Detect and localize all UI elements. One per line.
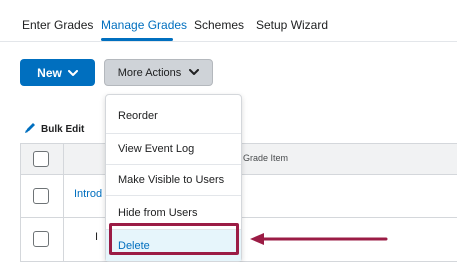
menu-item-make-visible[interactable]: Make Visible to Users bbox=[106, 165, 241, 196]
active-tab-indicator bbox=[101, 38, 173, 41]
grade-item-link[interactable]: Introd bbox=[74, 188, 102, 200]
bulk-edit-label: Bulk Edit bbox=[41, 123, 85, 135]
select-all-checkbox[interactable] bbox=[33, 151, 49, 167]
more-actions-label: More Actions bbox=[117, 66, 182, 79]
chevron-down-icon bbox=[67, 66, 78, 80]
row-checkbox[interactable] bbox=[33, 231, 49, 247]
new-button-label: New bbox=[37, 65, 62, 80]
row-checkbox[interactable] bbox=[33, 188, 49, 204]
column-divider bbox=[63, 144, 64, 262]
pencil-icon bbox=[24, 121, 37, 137]
menu-item-delete[interactable]: Delete bbox=[106, 230, 241, 261]
grade-item-name: I bbox=[95, 231, 99, 243]
new-button[interactable]: New bbox=[20, 59, 95, 86]
tab-setup-wizard[interactable]: Setup Wizard bbox=[256, 18, 328, 32]
chevron-down-icon bbox=[189, 67, 200, 79]
menu-item-reorder[interactable]: Reorder bbox=[106, 99, 241, 134]
pointer-arrow-icon bbox=[250, 233, 388, 245]
menu-item-hide-from-users[interactable]: Hide from Users bbox=[106, 196, 241, 230]
column-header-grade-item: Grade Item bbox=[243, 153, 289, 163]
tab-enter-grades[interactable]: Enter Grades bbox=[22, 18, 93, 32]
bulk-edit-button[interactable]: Bulk Edit bbox=[24, 121, 84, 137]
menu-item-view-event-log[interactable]: View Event Log bbox=[106, 134, 241, 165]
tab-bar: Enter Grades Manage Grades Schemes Setup… bbox=[0, 0, 457, 42]
more-actions-menu: Reorder View Event Log Make Visible to U… bbox=[105, 94, 242, 262]
more-actions-button[interactable]: More Actions bbox=[104, 59, 213, 86]
tab-schemes[interactable]: Schemes bbox=[194, 18, 244, 32]
tab-manage-grades[interactable]: Manage Grades bbox=[101, 18, 187, 32]
